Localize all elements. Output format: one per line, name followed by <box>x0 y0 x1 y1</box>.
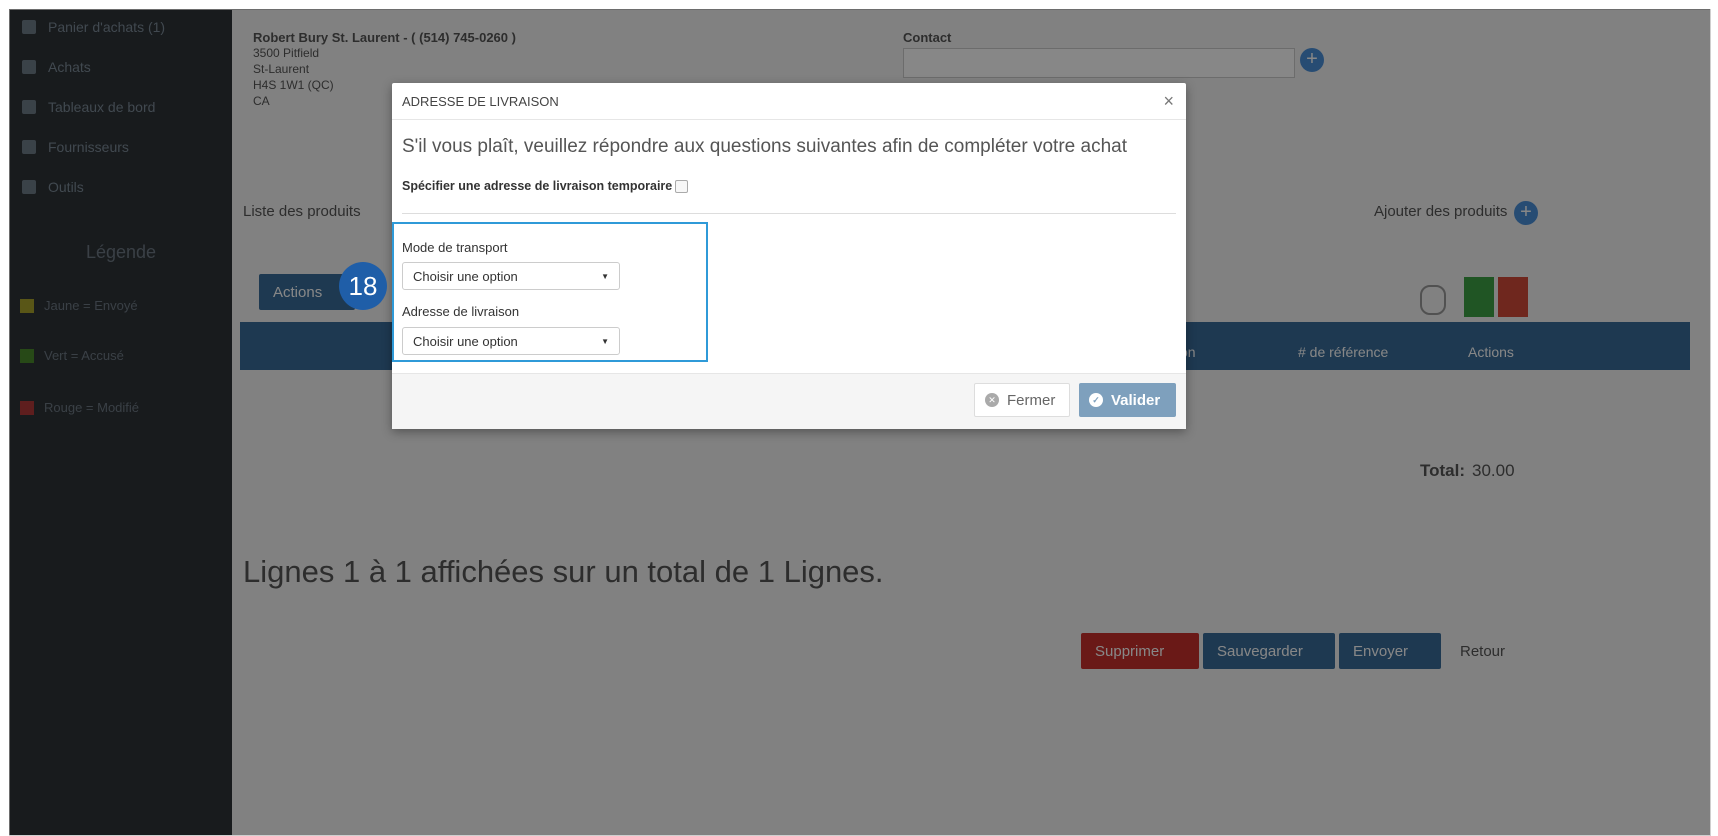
temp-address-checkbox[interactable] <box>675 179 689 193</box>
x-circle-icon: ✕ <box>985 393 999 407</box>
validate-button[interactable]: ✓ Valider <box>1079 383 1176 417</box>
close-button[interactable]: ✕ Fermer <box>974 383 1070 417</box>
close-icon[interactable]: × <box>1163 91 1174 112</box>
check-circle-icon: ✓ <box>1089 393 1103 407</box>
modal-footer: ✕ Fermer ✓ Valider <box>392 373 1186 429</box>
temp-address-label: Spécifier une adresse de livraison tempo… <box>402 179 673 193</box>
step-badge: 18 <box>339 262 387 310</box>
temp-address-option: Spécifier une adresse de livraison tempo… <box>402 179 689 193</box>
close-button-label: Fermer <box>1007 391 1056 409</box>
modal-title: ADRESSE DE LIVRAISON <box>402 94 559 109</box>
validate-button-label: Valider <box>1111 391 1161 409</box>
modal-question: S'il vous plaît, veuillez répondre aux q… <box>402 136 1127 157</box>
modal-header: ADRESSE DE LIVRAISON × <box>392 83 1186 120</box>
highlight-box <box>392 222 708 362</box>
divider <box>402 213 1176 214</box>
